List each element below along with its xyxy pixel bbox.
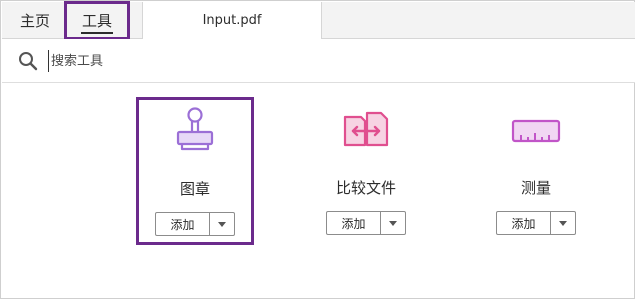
add-dropdown-measure[interactable] (551, 212, 575, 234)
tools-search-bar (2, 39, 635, 83)
tool-label-compare-files: 比较文件 (335, 179, 396, 197)
add-button-compare-files[interactable]: 添加 (327, 212, 381, 234)
tool-card-compare-files[interactable]: 比较文件 添加 (307, 97, 425, 245)
chevron-down-icon (559, 220, 567, 226)
add-split-button-compare-files: 添加 (326, 211, 406, 235)
add-button-measure[interactable]: 添加 (497, 212, 551, 234)
tab-tools-label: 工具 (81, 12, 112, 30)
tab-home-label: 主页 (19, 12, 50, 30)
ruler-icon (511, 119, 561, 143)
tab-document[interactable]: Input.pdf (142, 2, 322, 39)
tool-label-stamp: 图章 (179, 180, 210, 198)
add-dropdown-compare-files[interactable] (381, 212, 405, 234)
tool-card-measure[interactable]: 测量 添加 (477, 97, 595, 245)
chevron-down-icon (218, 221, 226, 227)
tab-bar: 主页 工具 Input.pdf (2, 1, 635, 40)
tab-tools[interactable]: 工具 (64, 1, 130, 40)
search-input[interactable] (48, 50, 348, 72)
add-dropdown-stamp[interactable] (210, 213, 234, 235)
tab-home[interactable]: 主页 (7, 2, 63, 39)
tab-document-label: Input.pdf (202, 13, 262, 28)
add-split-button-stamp: 添加 (155, 212, 235, 236)
active-tab-underline (81, 32, 113, 34)
app-window: 主页 工具 Input.pdf 图章 添加 (0, 0, 635, 299)
add-button-stamp[interactable]: 添加 (156, 213, 210, 235)
search-icon[interactable] (18, 51, 38, 71)
add-split-button-measure: 添加 (496, 211, 576, 235)
tool-card-stamp[interactable]: 图章 添加 (136, 97, 254, 245)
compare-files-icon (343, 111, 389, 147)
tool-label-measure: 测量 (520, 179, 551, 197)
stamp-icon (176, 107, 214, 151)
chevron-down-icon (389, 220, 397, 226)
